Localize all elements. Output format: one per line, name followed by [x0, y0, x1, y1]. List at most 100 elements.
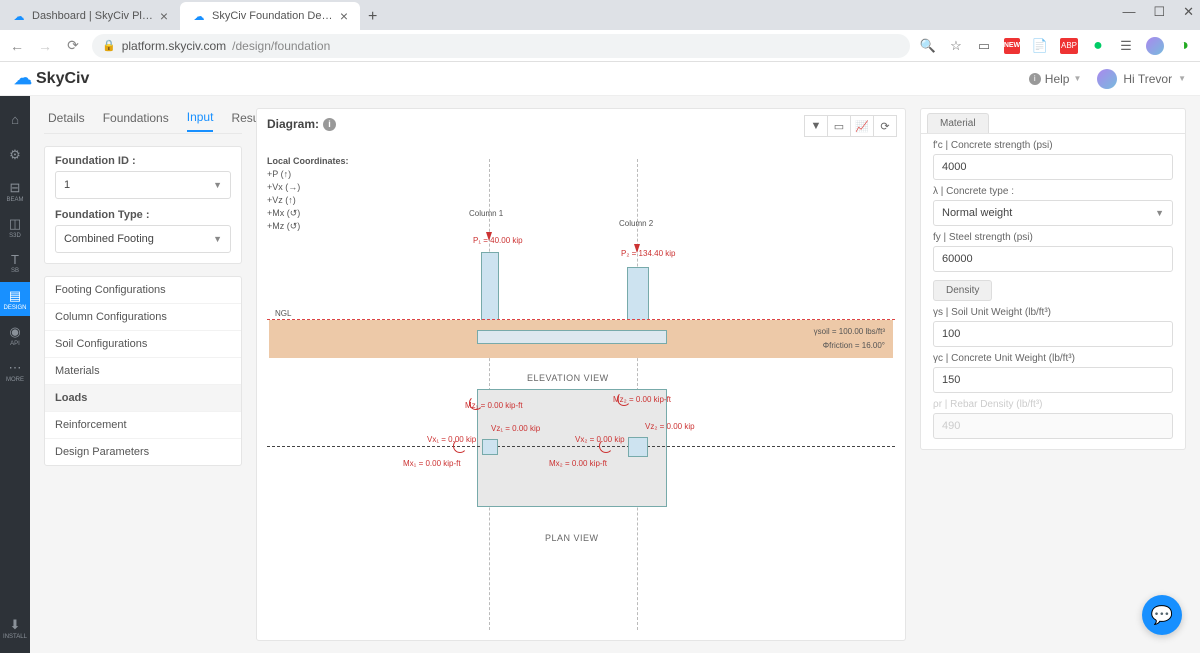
back-icon[interactable]: ←	[8, 38, 26, 54]
cube-icon: ◫	[9, 216, 21, 232]
menu-footing-config[interactable]: Footing Configurations	[45, 277, 241, 304]
url-input[interactable]: 🔒 platform.skyciv.com/design/foundation	[92, 34, 910, 58]
rail-beam[interactable]: ⊟BEAM	[0, 174, 30, 208]
menu-column-config[interactable]: Column Configurations	[45, 304, 241, 331]
diagram-title: Diagram: i	[267, 117, 336, 131]
main-layout: ⌂ ⚙ ⊟BEAM ◫S3D TSB ▤DESIGN ◉API ⋯MORE ⬇I…	[0, 96, 1200, 653]
browser-tab-dashboard[interactable]: ☁ Dashboard | SkyCiv Platform ×	[0, 2, 180, 30]
app-logo[interactable]: ☁ SkyCiv	[14, 68, 89, 89]
home-icon: ⌂	[11, 112, 19, 127]
tab-details[interactable]: Details	[48, 111, 85, 131]
chevron-down-icon: ▼	[213, 234, 222, 244]
text-icon: T	[11, 252, 19, 267]
minimize-icon[interactable]: —	[1122, 4, 1135, 20]
fy-label: fy | Steel strength (psi)	[933, 232, 1173, 243]
profile-avatar-icon[interactable]	[1146, 37, 1164, 55]
lock-icon: 🔒	[102, 39, 116, 52]
rail-home[interactable]: ⌂	[0, 102, 30, 136]
foundation-selector-panel: Foundation ID : 1 ▼ Foundation Type : Co…	[44, 146, 242, 264]
menu-design-params[interactable]: Design Parameters	[45, 439, 241, 465]
devtools-icon[interactable]: ◑	[1176, 38, 1192, 54]
lambda-label: λ | Concrete type :	[933, 186, 1173, 197]
favicon-icon: ☁	[192, 9, 206, 23]
zoom-icon[interactable]: 🔍	[920, 38, 936, 54]
filter-icon[interactable]: ▼	[804, 115, 828, 137]
menu-reinforcement[interactable]: Reinforcement	[45, 412, 241, 439]
config-menu: Footing Configurations Column Configurat…	[44, 276, 242, 466]
app-header: ☁ SkyCiv i Help ▼ Hi Trevor ▼	[0, 62, 1200, 96]
new-tab-button[interactable]: +	[360, 4, 385, 30]
close-icon[interactable]: ×	[160, 8, 168, 24]
address-bar: ← → ⟳ 🔒 platform.skyciv.com/design/found…	[0, 30, 1200, 62]
info-icon[interactable]: i	[323, 118, 336, 131]
foundation-type-select[interactable]: Combined Footing ▼	[55, 225, 231, 253]
chevron-down-icon: ▼	[1155, 208, 1164, 218]
column1-plan	[482, 439, 498, 455]
bookmark-icon[interactable]: ☆	[948, 38, 964, 54]
foundation-type-label: Foundation Type :	[55, 209, 231, 221]
new-badge-icon[interactable]: NEW	[1004, 38, 1020, 54]
reader-icon[interactable]: ☰	[1118, 38, 1134, 54]
cast-icon[interactable]: ▭	[976, 38, 992, 54]
chevron-down-icon: ▼	[1073, 74, 1081, 83]
rail-design[interactable]: ▤DESIGN	[0, 282, 30, 316]
close-window-icon[interactable]: ✕	[1183, 4, 1194, 20]
maximize-icon[interactable]: ☐	[1153, 4, 1165, 20]
rail-settings[interactable]: ⚙	[0, 138, 30, 172]
green-dot-icon[interactable]: ●	[1090, 38, 1106, 54]
menu-soil-config[interactable]: Soil Configurations	[45, 331, 241, 358]
label-p2: P₂ = 134.40 kip	[621, 249, 675, 258]
gear-icon: ⚙	[9, 147, 21, 163]
diagram-panel: Diagram: i ▼ ▭ 📈 ⟳ Local Coordinates: +P…	[256, 108, 906, 641]
label-elevation-view: ELEVATION VIEW	[527, 373, 609, 383]
rail-api[interactable]: ◉API	[0, 318, 30, 352]
refresh-icon[interactable]: ⟳	[873, 115, 897, 137]
label-vx1: Vx₁ = 0.00 kip	[427, 435, 476, 444]
abp-icon[interactable]: ABP	[1060, 38, 1078, 54]
user-menu[interactable]: Hi Trevor ▼	[1097, 69, 1186, 89]
url-host: platform.skyciv.com	[122, 39, 226, 53]
forward-icon[interactable]: →	[36, 38, 54, 54]
tab-title: SkyCiv Foundation Design | SkyC	[212, 10, 334, 22]
rail-more[interactable]: ⋯MORE	[0, 354, 30, 388]
brand-text: SkyCiv	[36, 70, 89, 88]
close-icon[interactable]: ×	[340, 8, 348, 24]
rail-sb[interactable]: TSB	[0, 246, 30, 280]
label-mz2: Mz₂ = 0.00 kip-ft	[613, 395, 671, 404]
label-column2: Column 2	[619, 219, 653, 228]
gc-input[interactable]	[933, 367, 1173, 393]
chart-icon[interactable]: 📈	[850, 115, 874, 137]
material-tab[interactable]: Material	[927, 113, 989, 133]
label-vz1: Vz₁ = 0.00 kip	[491, 424, 540, 433]
api-icon: ◉	[9, 324, 20, 340]
header-help-link[interactable]: i Help ▼	[1029, 72, 1082, 86]
gs-input[interactable]	[933, 321, 1173, 347]
rail-s3d[interactable]: ◫S3D	[0, 210, 30, 244]
arc-mx2	[599, 439, 613, 453]
foundation-id-label: Foundation ID :	[55, 155, 231, 167]
layout-icon[interactable]: ▭	[827, 115, 851, 137]
reload-icon[interactable]: ⟳	[64, 37, 82, 54]
module-tabs: Details Foundations Input Results	[44, 108, 242, 134]
content-area: Details Foundations Input Results Founda…	[30, 96, 1200, 653]
lambda-select[interactable]: Normal weight ▼	[933, 200, 1173, 226]
rail-install[interactable]: ⬇INSTALL	[0, 611, 30, 645]
chevron-down-icon: ▼	[213, 180, 222, 190]
density-tab[interactable]: Density	[933, 280, 992, 301]
menu-loads[interactable]: Loads	[45, 385, 241, 412]
right-column: Material f'c | Concrete strength (psi) λ…	[920, 108, 1186, 641]
chat-bubble-button[interactable]: 💬	[1142, 595, 1182, 635]
label-mz1: Mz₁ = 0.00 kip-ft	[465, 401, 523, 410]
label-column1: Column 1	[469, 209, 503, 218]
browser-tab-foundation[interactable]: ☁ SkyCiv Foundation Design | SkyC ×	[180, 2, 360, 30]
foundation-id-select[interactable]: 1 ▼	[55, 171, 231, 199]
left-column: Details Foundations Input Results Founda…	[44, 108, 242, 641]
menu-materials[interactable]: Materials	[45, 358, 241, 385]
fc-input[interactable]	[933, 154, 1173, 180]
tab-foundations[interactable]: Foundations	[103, 111, 169, 131]
favicon-icon: ☁	[12, 9, 26, 23]
fy-input[interactable]	[933, 246, 1173, 272]
label-mx2: Mx₂ = 0.00 kip-ft	[549, 459, 607, 468]
pdf-icon[interactable]: 📄	[1032, 38, 1048, 54]
tab-input[interactable]: Input	[187, 110, 214, 132]
